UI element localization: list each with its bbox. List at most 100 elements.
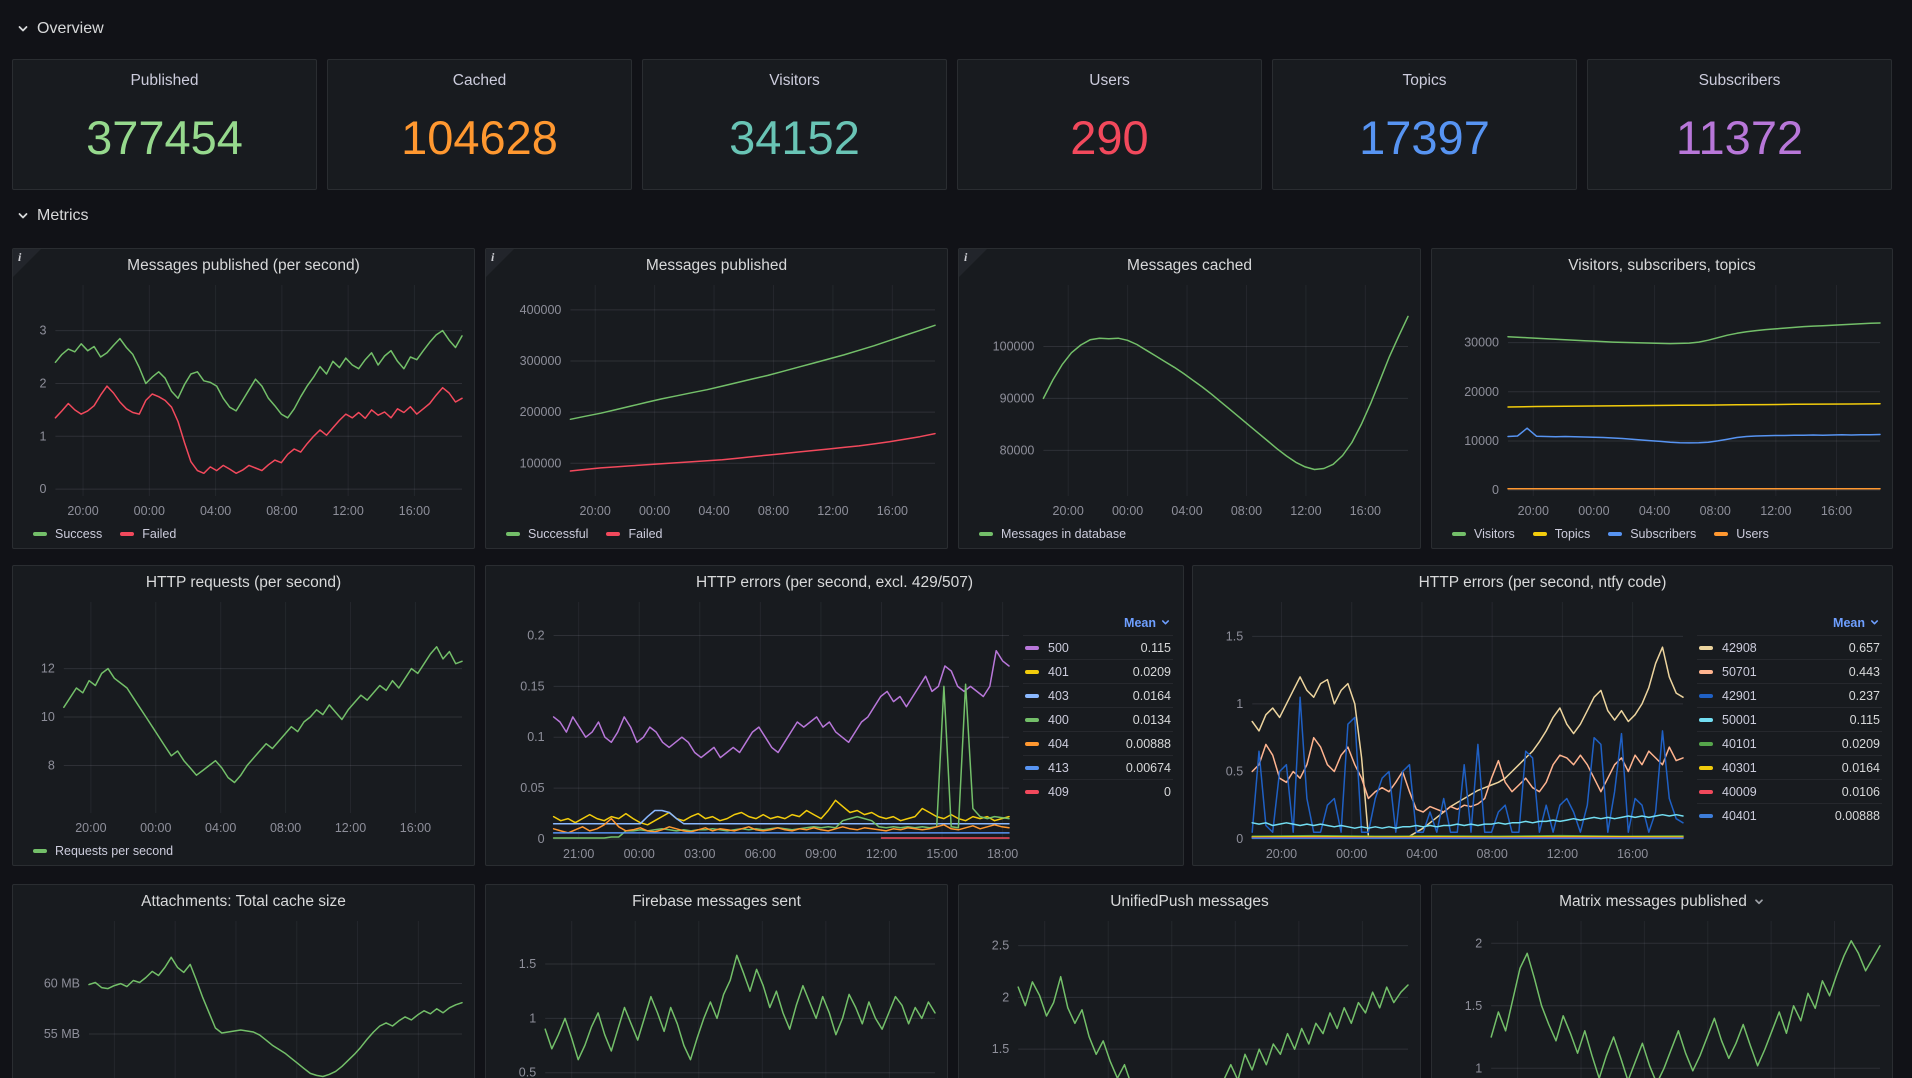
legend-item[interactable]: Visitors <box>1452 527 1515 541</box>
panel-title[interactable]: HTTP errors (per second, ntfy code) <box>1223 573 1862 593</box>
legend-table-row[interactable]: 500010.115 <box>1697 707 1882 731</box>
legend-table-row[interactable]: 404010.00888 <box>1697 803 1882 827</box>
section-row-metrics[interactable]: Metrics <box>16 207 89 225</box>
panel-title[interactable]: Messages published <box>516 256 917 276</box>
legend-series-color-chip <box>1699 790 1713 794</box>
x-axis-tick-label: 00:00 <box>1112 504 1143 518</box>
legend-item[interactable]: Subscribers <box>1608 527 1696 541</box>
panel-info-icon[interactable]: i <box>13 249 41 277</box>
stat-value: 11372 <box>1588 90 1891 185</box>
chart-panel: HTTP errors (per second, ntfy code)20:00… <box>1192 565 1893 866</box>
legend-mean-value: 0.237 <box>1849 689 1882 703</box>
stat-panel-title[interactable]: Topics <box>1273 72 1576 90</box>
chart-canvas[interactable]: 20:0000:0004:0008:0012:0016:004000003000… <box>486 249 947 548</box>
legend-label: 40009 <box>1722 785 1757 799</box>
stat-panel-title[interactable]: Published <box>13 72 316 90</box>
stat-panel-title[interactable]: Users <box>958 72 1261 90</box>
x-axis-tick-label: 04:00 <box>698 504 729 518</box>
x-axis-tick-label: 12:00 <box>866 847 897 861</box>
legend-item[interactable]: Requests per second <box>33 844 173 858</box>
legend-item[interactable]: Failed <box>120 527 176 541</box>
legend-item[interactable]: Successful <box>506 527 588 541</box>
panel-title[interactable]: UnifiedPush messages <box>989 892 1390 912</box>
legend-label: 401 <box>1048 665 1069 679</box>
panel-title-text: Messages cached <box>1127 257 1252 275</box>
panel-title[interactable]: HTTP requests (per second) <box>43 573 444 593</box>
x-axis-tick-label: 08:00 <box>1477 847 1508 861</box>
x-axis-tick-label: 12:00 <box>1547 847 1578 861</box>
legend-table-row[interactable]: 4010.0209 <box>1023 659 1173 683</box>
chart-canvas[interactable]: 20:0000:0004:0008:0012:0016:001000009000… <box>959 249 1420 548</box>
legend-table-row[interactable]: 400090.0106 <box>1697 779 1882 803</box>
chart-canvas[interactable]: 20:0000:0004:0008:0012:0016:001.510.5 <box>486 885 947 1078</box>
legend-item[interactable]: Topics <box>1533 527 1590 541</box>
legend-table-row[interactable]: 429080.657 <box>1697 635 1882 659</box>
y-axis-tick-label: 1 <box>39 429 46 443</box>
legend-table-row[interactable]: 40301 0.0164 <box>1697 755 1882 779</box>
panel-title[interactable]: Visitors, subscribers, topics <box>1462 256 1862 276</box>
legend-item[interactable]: Users <box>1714 527 1769 541</box>
legend-item[interactable]: Failed <box>606 527 662 541</box>
x-axis-tick-label: 00:00 <box>134 504 165 518</box>
legend-mean-sort-header[interactable]: Mean <box>1697 610 1882 635</box>
chart-canvas[interactable]: 20:0000:0004:0008:0012:0016:003210 <box>13 249 474 548</box>
legend-table-row[interactable]: 4130.00674 <box>1023 755 1173 779</box>
stat-panel: Topics17397 <box>1272 59 1577 190</box>
legend-table-row[interactable]: 5000.115 <box>1023 635 1173 659</box>
x-axis-tick-label: 12:00 <box>1290 504 1321 518</box>
section-row-overview[interactable]: Overview <box>16 20 104 38</box>
info-icon: i <box>18 250 21 265</box>
legend-table-row[interactable]: 4090 <box>1023 779 1173 803</box>
legend-mean-value: 0.00888 <box>1835 809 1882 823</box>
y-axis-tick-label: 1 <box>1236 697 1243 711</box>
grafana-dashboard: Overview Metrics Published377454Cached10… <box>0 0 1912 1078</box>
panel-info-icon[interactable]: i <box>959 249 987 277</box>
chart-canvas[interactable]: 20:0000:0004:0008:0012:0016:0012108 <box>13 566 474 865</box>
stat-value: 17397 <box>1273 90 1576 185</box>
legend-series-color-chip <box>1608 532 1622 536</box>
x-axis-tick-label: 20:00 <box>580 504 611 518</box>
stat-panel-title[interactable]: Visitors <box>643 72 946 90</box>
legend-label: 404 <box>1048 737 1069 751</box>
legend-label: 50701 <box>1722 665 1757 679</box>
legend-item[interactable]: Messages in database <box>979 527 1126 541</box>
legend-series-color-chip <box>1025 694 1039 698</box>
legend-table-row[interactable]: 4030.0164 <box>1023 683 1173 707</box>
legend-table-row[interactable]: 4040.00888 <box>1023 731 1173 755</box>
legend-series-color-chip <box>120 532 134 536</box>
chart-canvas[interactable]: 20:0000:0004:0008:0012:0016:0021.51 <box>1432 885 1892 1078</box>
legend-label: 40301 <box>1722 761 1757 775</box>
legend-item[interactable]: Success <box>33 527 102 541</box>
chart-canvas[interactable]: 20:0000:0004:0008:0012:0016:003000020000… <box>1432 249 1892 548</box>
chart-canvas[interactable]: 20:0000:0004:0008:0012:0016:002.521.51 <box>959 885 1420 1078</box>
legend-label: Requests per second <box>55 844 173 858</box>
y-axis-tick-label: 0.5 <box>1226 764 1243 778</box>
legend-table-row[interactable]: 429010.237 <box>1697 683 1882 707</box>
panel-title[interactable]: Messages published (per second) <box>43 256 444 276</box>
y-axis-tick-label: 80000 <box>1000 443 1035 457</box>
x-axis-tick-label: 04:00 <box>1639 504 1670 518</box>
legend-mean-value: 0.0164 <box>1842 761 1882 775</box>
panel-title[interactable]: Messages cached <box>989 256 1390 276</box>
y-axis-tick-label: 12 <box>41 662 55 676</box>
chart-canvas[interactable]: 20:0000:0004:0008:0012:0016:0060 MB55 MB <box>13 885 474 1078</box>
stat-panel: Subscribers11372 <box>1587 59 1892 190</box>
legend-series-color-chip <box>1714 532 1728 536</box>
legend-table-row[interactable]: 50701 0.443 <box>1697 659 1882 683</box>
series-line <box>1491 941 1880 1078</box>
legend-series-color-chip <box>506 532 520 536</box>
series-line <box>1508 323 1880 344</box>
panel-title[interactable]: Matrix messages published <box>1462 892 1862 912</box>
legend-table-row[interactable]: 401010.0209 <box>1697 731 1882 755</box>
panel-title[interactable]: HTTP errors (per second, excl. 429/507) <box>516 573 1153 593</box>
legend-mean-value: 0.443 <box>1849 665 1882 679</box>
panel-title[interactable]: Firebase messages sent <box>516 892 917 912</box>
series-line <box>64 647 462 783</box>
legend-mean-value: 0.657 <box>1849 641 1882 655</box>
panel-title[interactable]: Attachments: Total cache size <box>43 892 444 912</box>
legend-mean-sort-header[interactable]: Mean <box>1023 610 1173 635</box>
legend-table-row[interactable]: 4000.0134 <box>1023 707 1173 731</box>
stat-panel-title[interactable]: Cached <box>328 72 631 90</box>
stat-panel-title[interactable]: Subscribers <box>1588 72 1891 90</box>
panel-info-icon[interactable]: i <box>486 249 514 277</box>
